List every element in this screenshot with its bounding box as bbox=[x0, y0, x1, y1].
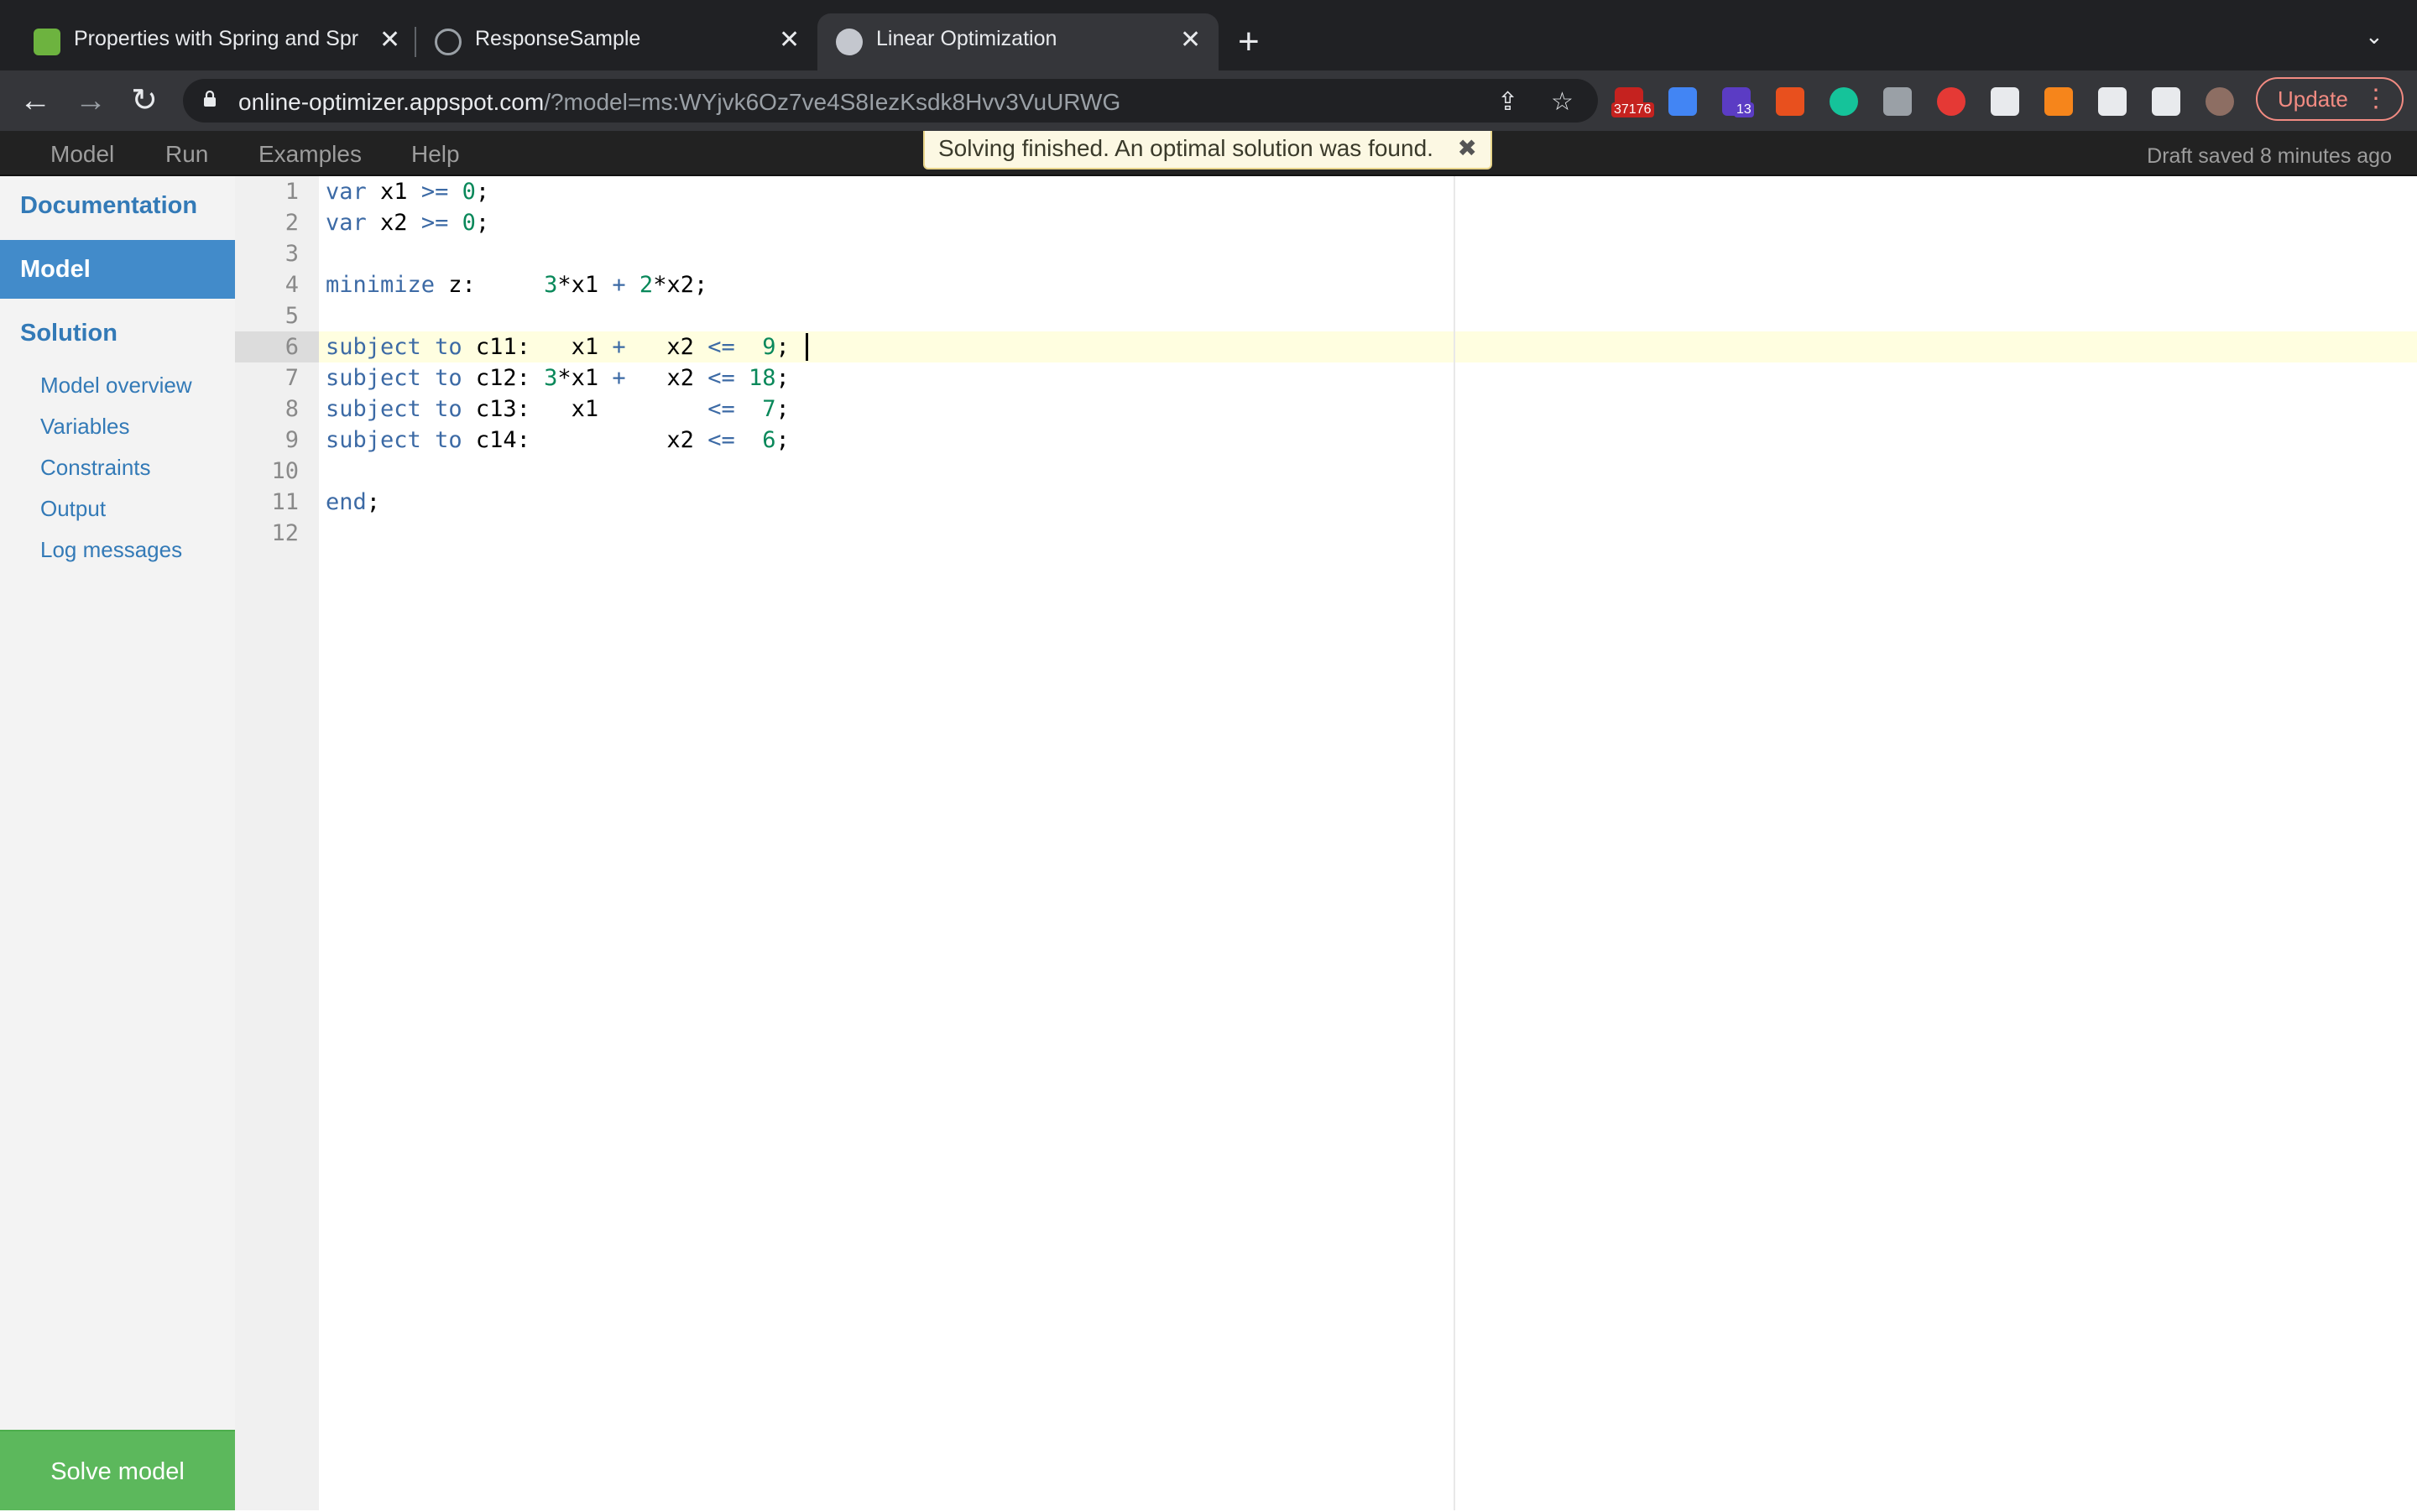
close-icon[interactable]: ✕ bbox=[379, 25, 400, 55]
sidebar-item-output[interactable]: Output bbox=[40, 496, 106, 522]
speed-extension-icon[interactable] bbox=[1937, 87, 1965, 116]
tab-title: Properties with Spring and Spr bbox=[74, 27, 359, 50]
grey-extension-icon[interactable] bbox=[1883, 87, 1912, 116]
url-host: online-optimizer.appspot.com bbox=[238, 89, 545, 115]
more-vert-icon[interactable]: ⋮ bbox=[2363, 79, 2388, 119]
bookmark-extension-icon[interactable] bbox=[1668, 87, 1697, 116]
line-number: 3 bbox=[285, 241, 299, 267]
code-line[interactable]: end; bbox=[326, 487, 380, 518]
side-panel-icon[interactable] bbox=[2152, 87, 2180, 116]
profile-avatar[interactable] bbox=[2206, 87, 2234, 116]
line-number: 7 bbox=[285, 365, 299, 391]
line-number: 4 bbox=[285, 272, 299, 298]
close-icon[interactable]: ✕ bbox=[1180, 25, 1201, 55]
tab-response-sample[interactable]: ResponseSample ✕ bbox=[420, 13, 811, 70]
optimizer-favicon-icon bbox=[836, 29, 863, 55]
text-cursor bbox=[806, 333, 808, 361]
chevron-down-icon[interactable]: ⌄ bbox=[2365, 23, 2383, 50]
extension-badge: 37176 bbox=[1611, 102, 1654, 117]
purple-extension-icon[interactable]: 13 bbox=[1722, 87, 1754, 117]
back-arrow-icon[interactable]: ← bbox=[15, 81, 55, 121]
line-number: 1 bbox=[285, 179, 299, 205]
close-icon[interactable]: ✕ bbox=[779, 25, 800, 55]
new-tab-plus-icon[interactable]: + bbox=[1238, 20, 1260, 64]
sidebar-item-log-messages[interactable]: Log messages bbox=[40, 537, 182, 563]
sidebar-item-documentation[interactable]: Documentation bbox=[0, 176, 235, 235]
menu-run[interactable]: Run bbox=[165, 141, 208, 168]
globe-favicon-icon bbox=[435, 29, 462, 55]
code-line[interactable]: subject to c13: x1 <= 7; bbox=[326, 394, 790, 425]
tab-divider bbox=[415, 27, 416, 57]
line-number: 2 bbox=[285, 210, 299, 236]
metamask-icon[interactable] bbox=[2044, 87, 2073, 116]
browser-tab-strip: Properties with Spring and Spr ✕ Respons… bbox=[0, 0, 2417, 70]
menu-model[interactable]: Model bbox=[50, 141, 114, 168]
star-bookmark-icon[interactable]: ☆ bbox=[1551, 87, 1574, 117]
app-menubar: Model Run Examples Help Solving finished… bbox=[0, 131, 2417, 176]
notification-text: Solving finished. An optimal solution wa… bbox=[938, 135, 1433, 161]
reload-icon[interactable]: ↻ bbox=[124, 81, 164, 121]
line-number: 9 bbox=[285, 427, 299, 453]
update-label: Update bbox=[2278, 86, 2348, 112]
sidebar-item-variables[interactable]: Variables bbox=[40, 414, 129, 440]
spring-favicon-icon bbox=[34, 29, 60, 55]
tab-title: ResponseSample bbox=[475, 27, 641, 50]
sidebar-item-model[interactable]: Model bbox=[0, 240, 235, 299]
code-line[interactable]: subject to c11: x1 + x2 <= 9; bbox=[326, 331, 790, 362]
url-text: online-optimizer.appspot.com/?model=ms:W… bbox=[238, 89, 1120, 116]
update-button[interactable]: Update ⋮ bbox=[2256, 77, 2404, 121]
share-icon[interactable]: ⇪ bbox=[1497, 87, 1518, 117]
line-number: 5 bbox=[285, 303, 299, 329]
browser-toolbar: ← → ↻ online-optimizer.appspot.com/?mode… bbox=[0, 70, 2417, 131]
gmail-extension-icon[interactable]: 37176 bbox=[1611, 87, 1654, 117]
sidebar-item-solution[interactable]: Solution bbox=[0, 304, 235, 362]
line-number: 10 bbox=[271, 458, 299, 484]
url-path: /?model=ms:WYjvk6Oz7ve4S8IezKsdk8Hvv3VuU… bbox=[544, 89, 1121, 115]
line-number: 6 bbox=[235, 331, 319, 362]
code-line[interactable]: subject to c14: x2 <= 6; bbox=[326, 425, 790, 456]
sidebar: Documentation Model Solution Model overv… bbox=[0, 176, 235, 1510]
code-line[interactable]: subject to c12: 3*x1 + x2 <= 18; bbox=[326, 362, 790, 394]
address-bar[interactable]: online-optimizer.appspot.com/?model=ms:W… bbox=[183, 79, 1598, 123]
puzzle-extensions-icon[interactable] bbox=[2098, 87, 2127, 116]
code-line[interactable]: var x2 >= 0; bbox=[326, 207, 489, 238]
code-line[interactable]: minimize z: 3*x1 + 2*x2; bbox=[326, 269, 707, 300]
forward-arrow-icon[interactable]: → bbox=[70, 81, 111, 121]
menu-help[interactable]: Help bbox=[411, 141, 460, 168]
grammarly-icon[interactable] bbox=[1830, 87, 1858, 116]
print-margin bbox=[1454, 176, 1455, 1510]
extension-badge: 13 bbox=[1734, 102, 1754, 117]
line-number: 11 bbox=[271, 489, 299, 515]
tab-properties-spring[interactable]: Properties with Spring and Spr ✕ bbox=[17, 13, 408, 70]
react-devtools-icon[interactable] bbox=[1991, 87, 2019, 116]
solve-notification: Solving finished. An optimal solution wa… bbox=[923, 131, 1492, 169]
menu-examples[interactable]: Examples bbox=[258, 141, 362, 168]
close-icon[interactable]: ✖ bbox=[1458, 131, 1477, 166]
code-line[interactable]: var x1 >= 0; bbox=[326, 176, 489, 207]
solve-model-button[interactable]: Solve model bbox=[0, 1430, 235, 1510]
line-number: 12 bbox=[271, 520, 299, 546]
tab-title: Linear Optimization bbox=[876, 27, 1057, 50]
draft-status: Draft saved 8 minutes ago bbox=[2147, 144, 2392, 168]
sidebar-item-model-overview[interactable]: Model overview bbox=[40, 373, 192, 399]
lock-icon bbox=[204, 91, 216, 107]
tab-linear-optimization[interactable]: Linear Optimization ✕ bbox=[817, 13, 1219, 70]
percent-extension-icon[interactable] bbox=[1776, 87, 1804, 116]
line-number: 8 bbox=[285, 396, 299, 422]
sidebar-item-constraints[interactable]: Constraints bbox=[40, 455, 151, 481]
